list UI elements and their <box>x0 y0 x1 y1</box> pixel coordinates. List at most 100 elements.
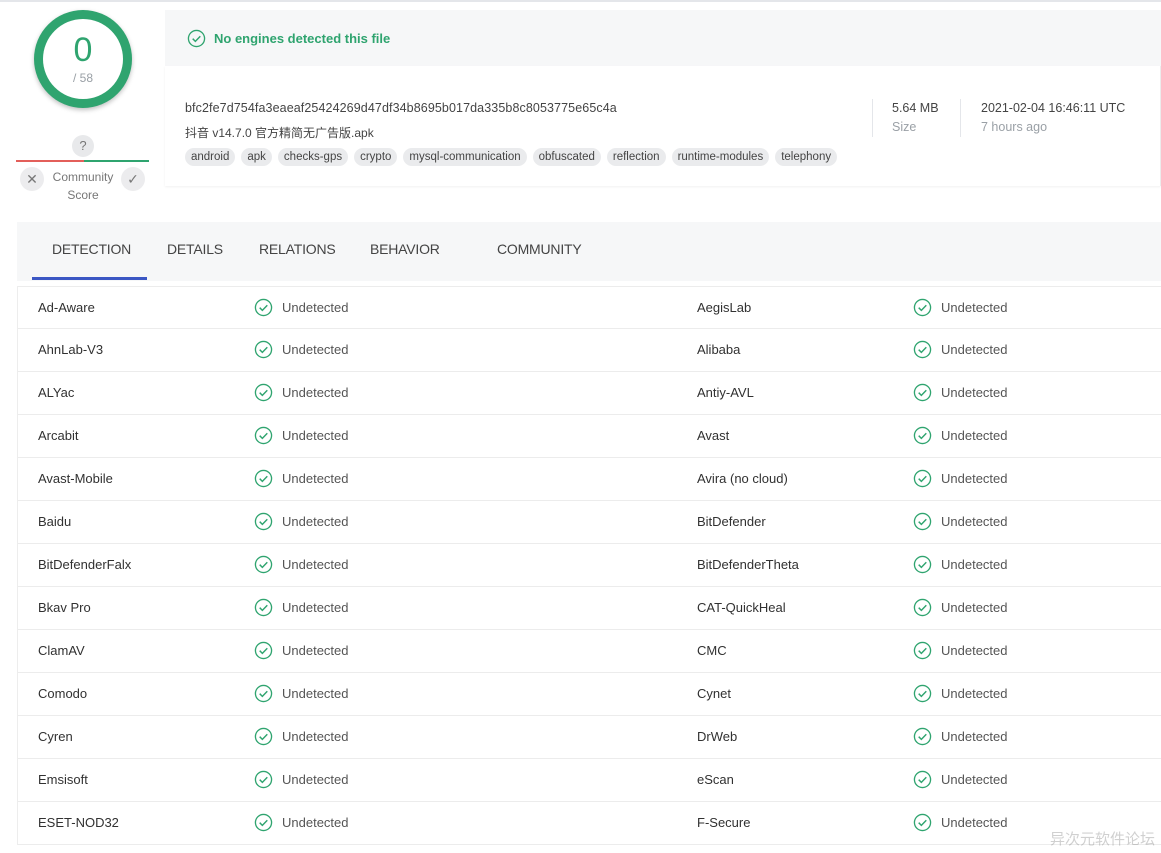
check-circle-icon <box>254 813 273 832</box>
result-label: Undetected <box>941 557 1008 572</box>
engine-result: Undetected <box>254 426 349 445</box>
table-row: ESET-NOD32 Undetected F-Secure Undetected <box>18 802 1161 845</box>
check-circle-icon <box>913 383 932 402</box>
analysis-date-relative: 7 hours ago <box>981 120 1048 134</box>
verdict-text: No engines detected this file <box>214 31 391 46</box>
result-label: Undetected <box>941 815 1008 830</box>
check-circle-icon <box>913 340 932 359</box>
table-row: AhnLab-V3 Undetected Alibaba Undetected <box>18 329 1161 372</box>
check-circle-icon <box>913 298 932 317</box>
check-circle-icon <box>254 684 273 703</box>
engine-name: Emsisoft <box>38 772 88 787</box>
result-label: Undetected <box>282 514 349 529</box>
tab-community[interactable]: COMMUNITY <box>497 241 582 257</box>
tag-chip[interactable]: checks-gps <box>277 148 349 166</box>
tag-chip[interactable]: crypto <box>354 148 398 166</box>
table-row: Avast-Mobile Undetected Avira (no cloud) Un… <box>18 458 1161 501</box>
watermark: 异次元软件论坛 <box>1049 831 1155 848</box>
result-label: Undetected <box>282 686 349 701</box>
engine-result: Undetected <box>254 770 349 789</box>
tag-chip[interactable]: runtime-modules <box>671 148 770 166</box>
engine-result: Undetected <box>254 727 349 746</box>
meta-divider <box>960 99 961 137</box>
engine-result: Undetected <box>913 469 1008 488</box>
tag-chip[interactable]: obfuscated <box>532 148 601 166</box>
file-size-label: Size <box>892 120 917 134</box>
tab-details[interactable]: DETAILS <box>167 241 223 257</box>
engine-result: Undetected <box>913 555 1008 574</box>
result-label: Undetected <box>282 815 349 830</box>
result-label: Undetected <box>282 385 349 400</box>
engine-result: Undetected <box>913 770 1008 789</box>
engine-name: ALYac <box>38 385 75 400</box>
engine-result: Undetected <box>254 684 349 703</box>
result-label: Undetected <box>282 342 349 357</box>
check-circle-icon <box>913 727 932 746</box>
engine-result: Undetected <box>913 813 1008 832</box>
check-circle-icon <box>254 512 273 531</box>
engine-name: Cyren <box>38 729 73 744</box>
engine-name: BitDefenderFalx <box>38 557 132 572</box>
engine-total: / 58 <box>72 71 93 85</box>
result-label: Undetected <box>282 471 349 486</box>
result-label: Undetected <box>282 729 349 744</box>
community-score-help-icon[interactable]: ? <box>72 135 94 157</box>
community-score-bar-positive <box>84 160 149 162</box>
community-score-bar-negative <box>16 160 84 162</box>
engine-name: Alibaba <box>697 342 741 357</box>
table-row: Arcabit Undetected Avast Undetected <box>18 415 1161 458</box>
engine-name: Arcabit <box>38 428 79 443</box>
engine-name: Avira (no cloud) <box>697 471 788 486</box>
tag-chip[interactable]: android <box>185 148 236 166</box>
engine-name: F-Secure <box>697 815 751 830</box>
file-size: 5.64 MB <box>892 101 939 115</box>
result-label: Undetected <box>282 772 349 787</box>
engine-name: BitDefenderTheta <box>697 557 799 572</box>
engine-result: Undetected <box>254 813 349 832</box>
tag-chip[interactable]: apk <box>241 148 272 166</box>
meta-divider <box>872 99 873 137</box>
engine-name: Avast-Mobile <box>38 471 113 486</box>
result-label: Undetected <box>282 600 349 615</box>
engine-name: ESET-NOD32 <box>38 815 119 830</box>
result-label: Undetected <box>941 600 1008 615</box>
tag-chip[interactable]: reflection <box>606 148 666 166</box>
table-row: Emsisoft Undetected eScan Undetected <box>18 759 1161 802</box>
engine-name: DrWeb <box>697 729 738 744</box>
result-label: Undetected <box>282 428 349 443</box>
engine-result: Undetected <box>254 469 349 488</box>
result-label: Undetected <box>941 514 1008 529</box>
tab-behavior[interactable]: BEHAVIOR <box>370 241 440 257</box>
engine-result: Undetected <box>254 383 349 402</box>
engine-result: Undetected <box>913 340 1008 359</box>
community-score-label-line2: Score <box>67 188 99 202</box>
table-row: Bkav Pro Undetected CAT-QuickHeal Undetecte… <box>18 587 1161 630</box>
file-hash[interactable]: bfc2fe7d754fa3eaeaf25424269d47df34b8695b… <box>185 101 617 115</box>
tag-chip[interactable]: telephony <box>775 148 838 166</box>
check-circle-icon <box>254 469 273 488</box>
community-dislike-button[interactable]: ✕ <box>20 167 44 191</box>
table-row: Ad-Aware Undetected AegisLab Undetected <box>18 286 1161 329</box>
result-label: Undetected <box>941 300 1008 315</box>
active-tab-indicator <box>32 277 147 280</box>
check-circle-icon <box>913 426 932 445</box>
table-row: ClamAV Undetected CMC Undetected <box>18 630 1161 673</box>
tag-chip[interactable]: mysql-communication <box>403 148 527 166</box>
result-label: Undetected <box>941 686 1008 701</box>
verdict-banner: No engines detected this file <box>165 10 1161 66</box>
engine-name: AegisLab <box>697 300 752 315</box>
table-row: Comodo Undetected Cynet Undetected <box>18 673 1161 716</box>
table-row: BitDefenderFalx Undetected BitDefenderThet… <box>18 544 1161 587</box>
engine-name: CMC <box>697 643 727 658</box>
community-like-button[interactable]: ✓ <box>121 167 145 191</box>
engine-name: Antiy-AVL <box>697 385 754 400</box>
top-border <box>0 0 1161 2</box>
check-circle-icon <box>913 641 932 660</box>
engine-result: Undetected <box>254 512 349 531</box>
tab-detection[interactable]: DETECTION <box>52 241 131 257</box>
engine-name: Ad-Aware <box>38 300 95 315</box>
result-label: Undetected <box>941 428 1008 443</box>
engine-name: ClamAV <box>38 643 85 658</box>
tab-relations[interactable]: RELATIONS <box>259 241 336 257</box>
engine-name: Avast <box>697 428 730 443</box>
